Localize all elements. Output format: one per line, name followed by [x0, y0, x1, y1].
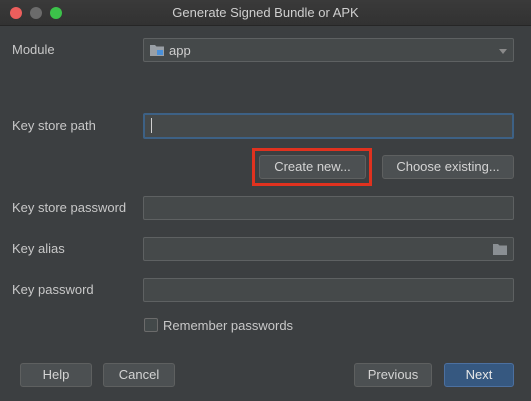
choose-existing-button[interactable]: Choose existing...: [382, 155, 514, 179]
next-button[interactable]: Next: [444, 363, 514, 387]
chevron-down-icon: [499, 49, 507, 54]
key-password-input[interactable]: [143, 278, 514, 302]
key-password-label: Key password: [12, 282, 94, 297]
key-store-password-input[interactable]: [143, 196, 514, 220]
key-alias-input[interactable]: [143, 237, 514, 261]
previous-button[interactable]: Previous: [354, 363, 432, 387]
help-button[interactable]: Help: [20, 363, 92, 387]
text-caret: [151, 118, 152, 133]
module-select[interactable]: app: [143, 38, 514, 62]
highlight-annotation: [252, 148, 372, 186]
title-bar: Generate Signed Bundle or APK: [0, 0, 531, 26]
module-value: app: [169, 43, 191, 58]
folder-icon[interactable]: [493, 243, 507, 255]
key-alias-label: Key alias: [12, 241, 65, 256]
key-store-path-input[interactable]: [143, 113, 514, 139]
key-store-path-label: Key store path: [12, 118, 96, 133]
remember-passwords-label: Remember passwords: [163, 318, 294, 333]
remember-passwords-checkbox[interactable]: [144, 318, 158, 332]
folder-icon: [150, 45, 164, 56]
window-title: Generate Signed Bundle or APK: [172, 5, 359, 20]
cancel-button[interactable]: Cancel: [103, 363, 175, 387]
key-store-password-label: Key store password: [12, 200, 127, 215]
module-label: Module: [12, 42, 55, 57]
